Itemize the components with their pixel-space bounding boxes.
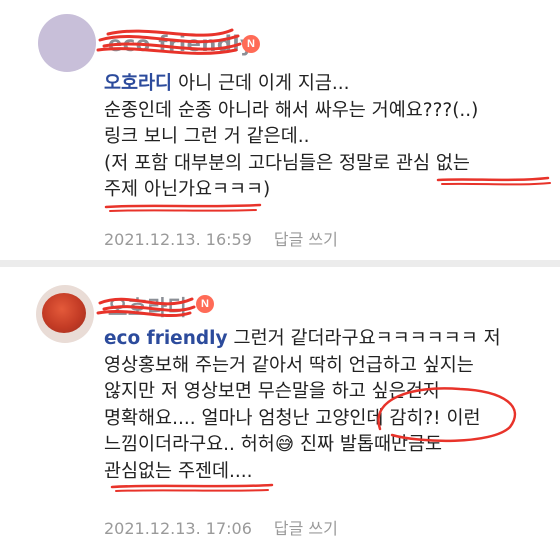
avatar[interactable]: [36, 285, 94, 343]
comment-author[interactable]: 오호라디: [108, 292, 187, 322]
comment-timestamp: 2021.12.13. 17:06: [104, 519, 252, 538]
reply-button[interactable]: 답글 쓰기: [274, 230, 338, 249]
mention-link[interactable]: 오호라디: [104, 73, 172, 94]
avatar[interactable]: [38, 14, 96, 72]
comment-meta: 2021.12.13. 16:59 답글 쓰기: [104, 226, 338, 250]
mention-link[interactable]: eco friendly: [104, 328, 228, 349]
new-badge: N: [196, 295, 214, 313]
comment-card-1: eco friendly N 오호라디 아니 근데 이게 지금... 순종인데 순…: [0, 0, 560, 258]
comment-meta: 2021.12.13. 17:06 답글 쓰기: [104, 515, 338, 539]
comment-timestamp: 2021.12.13. 16:59: [104, 230, 252, 249]
comment-divider: [0, 260, 560, 267]
comment-author[interactable]: eco friendly: [108, 32, 254, 56]
reply-button[interactable]: 답글 쓰기: [274, 519, 338, 538]
comment-card-2: 오호라디 N eco friendly 그런거 같더라구요ㅋㅋㅋㅋㅋㅋ 저 영상홍…: [0, 267, 560, 560]
new-badge: N: [242, 35, 260, 53]
comment-body: eco friendly 그런거 같더라구요ㅋㅋㅋㅋㅋㅋ 저 영상홍보해 주는거 …: [104, 326, 544, 485]
comment-body: 오호라디 아니 근데 이게 지금... 순종인데 순종 아니라 해서 싸우는 거예…: [104, 71, 544, 204]
comment-text: 그런거 같더라구요ㅋㅋㅋㅋㅋㅋ 저 영상홍보해 주는거 같아서 딱히 언급하고 …: [104, 328, 501, 482]
